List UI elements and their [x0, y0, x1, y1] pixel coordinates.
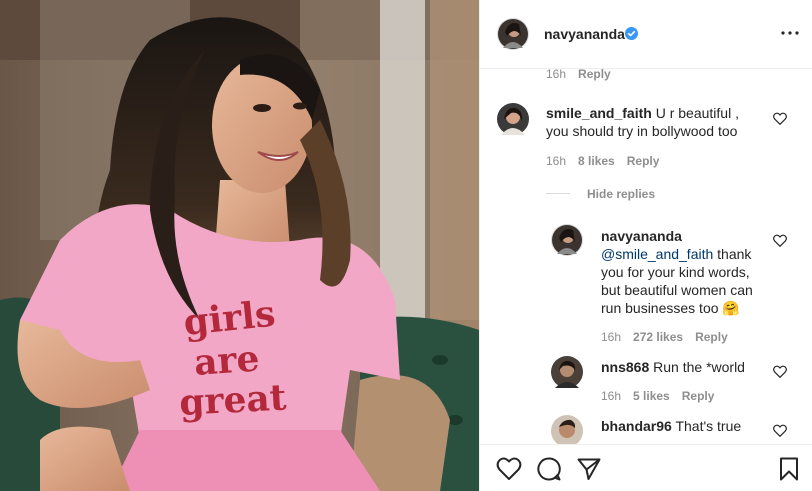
reply-meta: 16h 272 likes Reply: [601, 330, 740, 344]
shirt-text-line2: are: [193, 338, 261, 384]
reply-time: 16h: [601, 330, 622, 344]
comment-body: smile_and_faith U r beautiful , you shou…: [546, 104, 786, 140]
verified-badge-icon: [625, 27, 638, 40]
heart-outline-icon[interactable]: [773, 424, 787, 437]
bookmark-icon[interactable]: [776, 456, 802, 482]
reply-button[interactable]: Reply: [578, 67, 611, 81]
reply-button[interactable]: Reply: [627, 154, 660, 168]
paper-plane-icon[interactable]: [576, 456, 602, 482]
photo-of-smiling-woman-in-pink-tshirt: girls are great: [0, 0, 479, 491]
comment-time: 16h: [546, 67, 567, 81]
commenter-avatar[interactable]: [497, 103, 529, 135]
reply-text: Run the *world: [653, 359, 745, 375]
comment-text-line1: U r beautiful ,: [655, 105, 739, 121]
heart-outline-icon[interactable]: [773, 234, 787, 247]
author-avatar[interactable]: [497, 18, 529, 50]
reply-time: 16h: [601, 389, 622, 403]
reply-body: nns868 Run the *world: [601, 358, 771, 376]
reply-text-line2: you for your kind words,: [601, 264, 750, 280]
comment-text-line2: you should try in bollywood too: [546, 123, 738, 139]
hide-replies-divider: [546, 193, 570, 194]
comment-time: 16h: [546, 154, 567, 168]
post-header: navyananda: [480, 0, 812, 69]
shirt-text-line3: great: [178, 376, 287, 424]
post-photo[interactable]: girls are great: [0, 0, 479, 491]
comment-meta: 16h 8 likes Reply: [546, 154, 671, 168]
hugging-emoji: 🤗: [722, 300, 740, 316]
reply-username[interactable]: navyananda: [601, 228, 682, 244]
reply-likes[interactable]: 5 likes: [633, 389, 670, 403]
reply-text: That's true: [675, 418, 742, 434]
reply-username[interactable]: nns868: [601, 359, 649, 375]
reply-body: bhandar96 That's true: [601, 417, 771, 435]
comment-bubble-icon[interactable]: [536, 456, 562, 482]
reply-author-avatar[interactable]: [551, 224, 583, 256]
reply-body: navyananda @smile_and_faith thank you fo…: [601, 227, 771, 317]
reply-author-avatar[interactable]: [551, 356, 583, 388]
reply-button[interactable]: Reply: [695, 330, 728, 344]
comment-likes[interactable]: 8 likes: [578, 154, 615, 168]
author-username[interactable]: navyananda: [544, 26, 625, 42]
previous-comment-meta: 16h Reply: [546, 67, 623, 81]
reply-username[interactable]: bhandar96: [601, 418, 672, 434]
comments-panel: navyananda 16h Reply smile_and_faith U r …: [479, 0, 812, 491]
reply-likes[interactable]: 272 likes: [633, 330, 683, 344]
heart-outline-icon[interactable]: [496, 456, 522, 482]
reply-text-line3: but beautiful women can: [601, 282, 753, 298]
heart-outline-icon[interactable]: [773, 365, 787, 378]
reply-mention[interactable]: @smile_and_faith: [601, 246, 713, 262]
hide-replies-button[interactable]: Hide replies: [587, 187, 655, 201]
post-action-bar: [480, 444, 812, 491]
reply-button[interactable]: Reply: [682, 389, 715, 403]
comment-username[interactable]: smile_and_faith: [546, 105, 652, 121]
more-dots-icon[interactable]: [780, 25, 800, 41]
reply-author-avatar[interactable]: [551, 415, 583, 444]
reply-text-line1: thank: [717, 246, 752, 262]
reply-meta: 16h 5 likes Reply: [601, 389, 726, 403]
heart-outline-icon[interactable]: [773, 112, 787, 125]
reply-text-line4: run businesses too: [601, 300, 719, 316]
